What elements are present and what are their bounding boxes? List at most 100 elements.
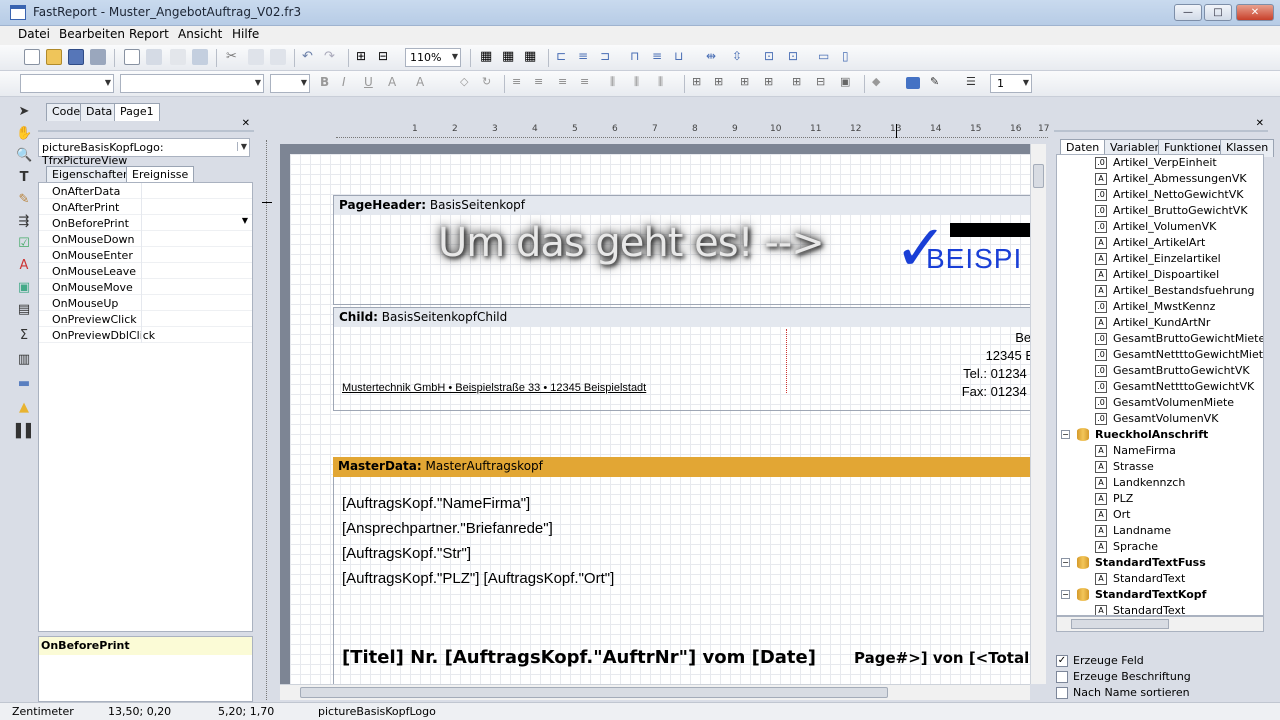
event-dropdown-icon[interactable]: ▼: [242, 216, 248, 225]
band-masterdata[interactable]: [AuftragsKopf."NameFirma"] [Ansprechpart…: [333, 477, 1030, 684]
frame-color-icon[interactable]: ✎: [930, 75, 946, 91]
select-tool-icon[interactable]: ➤: [16, 104, 32, 120]
data-panel-close-icon[interactable]: ✕: [1256, 118, 1264, 129]
zoom-tool-icon[interactable]: 🔍: [16, 148, 32, 164]
checkbox-tool-icon[interactable]: ☑: [16, 236, 32, 252]
tree-dataset[interactable]: − RueckholAnschrift: [1057, 427, 1263, 443]
highlight-icon[interactable]: ◇: [460, 75, 476, 91]
event-row[interactable]: OnPreviewDblClick: [39, 327, 252, 343]
menu-ansicht[interactable]: Ansicht: [178, 27, 222, 41]
tree-field[interactable]: .0 Artikel_VolumenVK: [1057, 219, 1263, 235]
fit-grid-icon[interactable]: ▦: [524, 49, 540, 65]
text-top-icon[interactable]: ⫼: [610, 75, 626, 91]
memo-tool-icon[interactable]: A: [16, 258, 32, 274]
tree-field[interactable]: A Strasse: [1057, 459, 1263, 475]
frame-none-icon[interactable]: ⊟: [816, 75, 832, 91]
tree-field[interactable]: A Artikel_AbmessungenVK: [1057, 171, 1263, 187]
collapse-icon[interactable]: −: [1061, 590, 1070, 599]
option-sort-by-name[interactable]: Nach Name sortieren: [1056, 686, 1190, 702]
object-selector[interactable]: pictureBasisKopfLogo: TfrxPictureView ▼: [38, 138, 250, 167]
design-vertical-scrollbar[interactable]: [1030, 144, 1046, 684]
tree-field[interactable]: A Ort: [1057, 507, 1263, 523]
tree-field[interactable]: A Artikel_Einzelartikel: [1057, 251, 1263, 267]
italic-icon[interactable]: I: [342, 75, 358, 91]
menu-hilfe[interactable]: Hilfe: [232, 27, 259, 41]
undo-icon[interactable]: ↶: [302, 49, 318, 65]
event-row[interactable]: OnMouseMove: [39, 279, 252, 295]
shadow-icon[interactable]: ▣: [840, 75, 856, 91]
open-icon[interactable]: [46, 49, 62, 65]
event-row[interactable]: OnMouseUp: [39, 295, 252, 311]
option-create-label[interactable]: Erzeuge Beschriftung: [1056, 670, 1191, 686]
zoom-in-icon[interactable]: ⊞: [356, 49, 372, 65]
text-middle-icon[interactable]: ⫼: [634, 75, 650, 91]
menu-report[interactable]: Report: [129, 27, 169, 41]
system-text-tool-icon[interactable]: ▥: [16, 352, 32, 368]
tree-field[interactable]: A Sprache: [1057, 539, 1263, 555]
tree-field[interactable]: A Artikel_Dispoartikel: [1057, 267, 1263, 283]
event-row[interactable]: OnMouseEnter: [39, 247, 252, 263]
tree-field[interactable]: A Artikel_ArtikelArt: [1057, 235, 1263, 251]
subreport-tool-icon[interactable]: ▤: [16, 302, 32, 318]
rotate-icon[interactable]: ↻: [482, 75, 498, 91]
tree-field[interactable]: .0 Artikel_BruttoGewichtVK: [1057, 203, 1263, 219]
text-justify-icon[interactable]: ≡: [580, 75, 596, 91]
checkbox[interactable]: [1056, 687, 1068, 699]
barcode-tool-icon[interactable]: ▌▌: [16, 424, 36, 440]
checkbox[interactable]: ✓: [1056, 655, 1068, 667]
tree-dataset[interactable]: − StandardTextKopf: [1057, 587, 1263, 603]
frame-all-icon[interactable]: ⊞: [792, 75, 808, 91]
paste-icon[interactable]: [270, 49, 286, 65]
tree-field[interactable]: A Artikel_KundArtNr: [1057, 315, 1263, 331]
frame-right-icon[interactable]: ⊞: [764, 75, 780, 91]
event-row[interactable]: OnMouseDown: [39, 231, 252, 247]
tree-field[interactable]: .0 Artikel_NettoGewichtVK: [1057, 187, 1263, 203]
menu-bearbeiten[interactable]: Bearbeiten: [59, 27, 125, 41]
address-line[interactable]: Mustertechnik GmbH • Beispielstraße 33 •…: [342, 382, 646, 394]
format-painter-icon[interactable]: ✎: [16, 192, 32, 208]
tree-field[interactable]: A Artikel_Bestandsfuehrung: [1057, 283, 1263, 299]
font-color-icon[interactable]: A: [416, 75, 432, 91]
tree-field[interactable]: A Landname: [1057, 523, 1263, 539]
same-width-icon[interactable]: ▭: [818, 49, 834, 65]
tree-field[interactable]: .0 GesamtVolumenMiete: [1057, 395, 1263, 411]
tree-field[interactable]: A PLZ: [1057, 491, 1263, 507]
text-left-icon[interactable]: ≡: [512, 75, 528, 91]
grid-icon[interactable]: ▦: [480, 49, 496, 65]
event-row[interactable]: OnAfterData: [39, 183, 252, 199]
style-select[interactable]: ▼: [20, 74, 114, 93]
option-create-field[interactable]: ✓ Erzeuge Feld: [1056, 654, 1144, 670]
delete-page-icon[interactable]: [170, 49, 186, 65]
tree-field[interactable]: A Landkennzch: [1057, 475, 1263, 491]
close-button[interactable]: ✕: [1236, 4, 1274, 21]
minimize-button[interactable]: —: [1174, 4, 1202, 21]
tree-dataset[interactable]: − StandardTextFuss: [1057, 555, 1263, 571]
page-settings-icon[interactable]: [192, 49, 208, 65]
frame-bottom-icon[interactable]: ⊞: [714, 75, 730, 91]
band-header-pageheader[interactable]: PageHeader: BasisSeitenkopf: [333, 195, 1030, 215]
text-center-icon[interactable]: ≡: [534, 75, 550, 91]
tree-field[interactable]: A StandardText: [1057, 571, 1263, 587]
align-top-icon[interactable]: ⊓: [630, 49, 646, 65]
maximize-button[interactable]: □: [1204, 4, 1232, 21]
zoom-select[interactable]: 110% ▼: [405, 48, 461, 67]
tree-field[interactable]: .0 GesamtVolumenVK: [1057, 411, 1263, 427]
line-tool-icon[interactable]: ▬: [16, 376, 32, 392]
same-height-icon[interactable]: ▯: [842, 49, 858, 65]
frame-left-icon[interactable]: ⊞: [740, 75, 756, 91]
event-row[interactable]: OnPreviewClick: [39, 311, 252, 327]
sum-tool-icon[interactable]: Σ: [16, 328, 32, 344]
new-page-icon[interactable]: [124, 49, 140, 65]
font-settings-icon[interactable]: A: [388, 75, 404, 91]
page-of-field[interactable]: Page#>] von [<Total: [854, 649, 1029, 667]
band-child[interactable]: Mustertechnik GmbH • Beispielstraße 33 •…: [333, 327, 1030, 411]
text-right-icon[interactable]: ≡: [558, 75, 574, 91]
tree-field[interactable]: .0 Artikel_VerpEinheit: [1057, 155, 1263, 171]
space-vert-icon[interactable]: ⇳: [732, 49, 748, 65]
align-left-icon[interactable]: ⊏: [556, 49, 572, 65]
band-header-child[interactable]: Child: BasisSeitenkopfChild: [333, 307, 1030, 327]
align-right-icon[interactable]: ⊐: [600, 49, 616, 65]
fill-color-icon[interactable]: ◆: [872, 75, 888, 91]
text-bottom-icon[interactable]: ⫼: [658, 75, 674, 91]
checkbox[interactable]: [1056, 671, 1068, 683]
